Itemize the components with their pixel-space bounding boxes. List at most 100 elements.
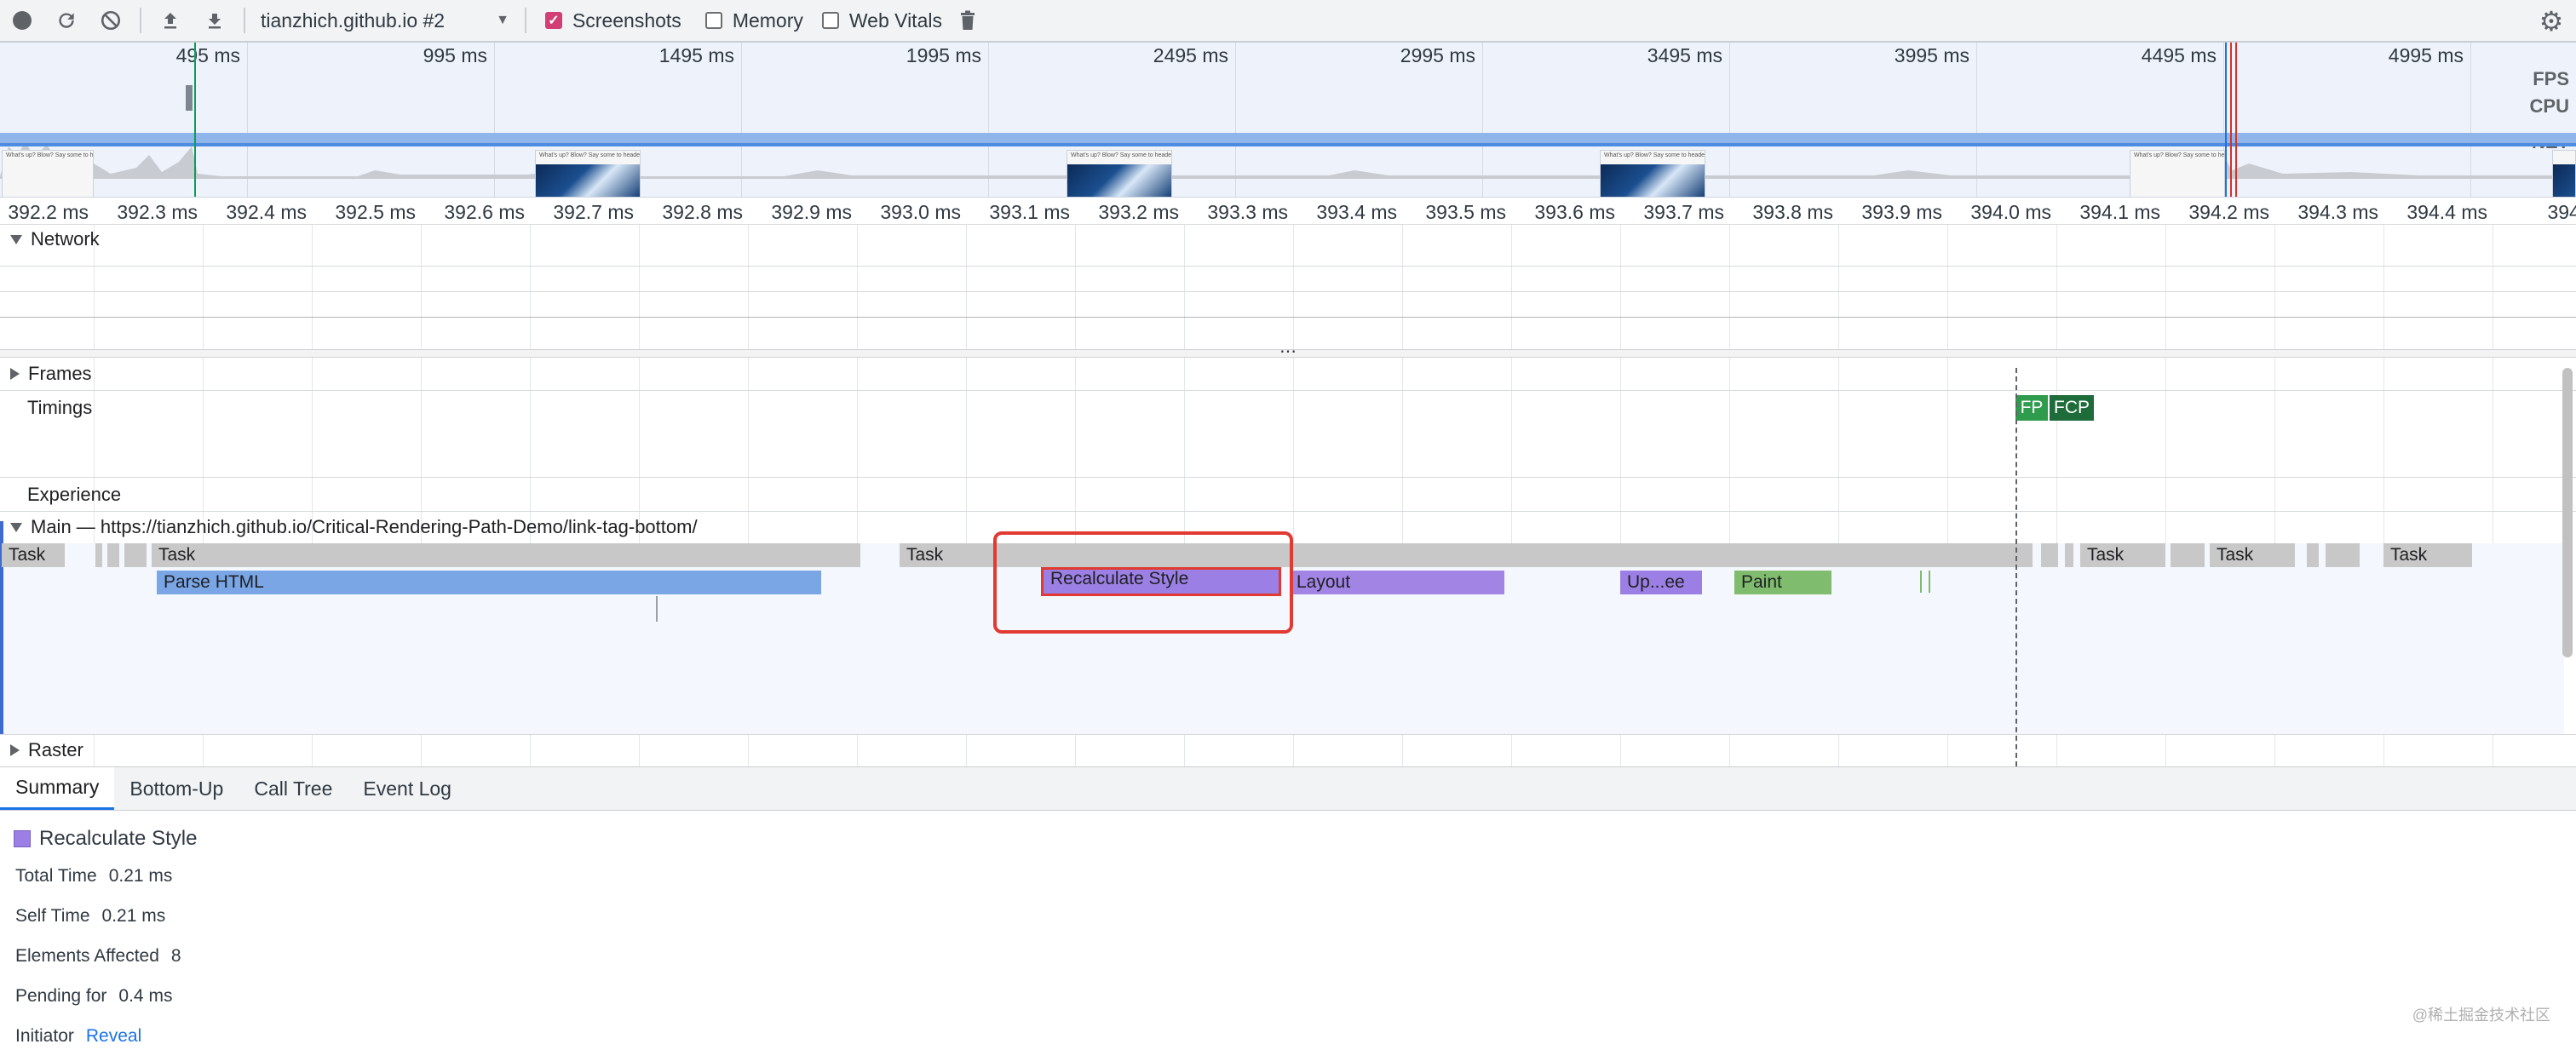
- update-layer-tree-event[interactable]: Up...ee: [1620, 571, 1702, 594]
- overview-tick-label: 1495 ms: [658, 44, 734, 66]
- task-event[interactable]: [2065, 543, 2073, 567]
- fp-marker[interactable]: FP: [2015, 395, 2048, 421]
- initiator-reveal-link[interactable]: Reveal: [86, 1026, 141, 1046]
- toolbar-divider: [524, 8, 526, 33]
- task-event[interactable]: Task: [2210, 543, 2295, 567]
- screenshot-thumbnail[interactable]: What's up? Blow? Say some to header..: [535, 150, 641, 197]
- record-icon: [13, 11, 32, 30]
- screenshots-label: Screenshots: [572, 9, 681, 32]
- fcp-marker[interactable]: FCP: [2050, 395, 2094, 421]
- details-tabs: Summary Bottom-Up Call Tree Event Log: [0, 766, 2576, 811]
- paint-label: Paint: [1741, 572, 1782, 592]
- expand-icon: [10, 234, 22, 244]
- task-event[interactable]: [124, 543, 147, 567]
- total-time-value: 0.21 ms: [108, 866, 173, 886]
- parse-html-event[interactable]: Parse HTML: [157, 571, 821, 594]
- task-event[interactable]: [107, 543, 119, 567]
- screenshot-thumbnail[interactable]: What's up? Blow? Say some to header..: [1600, 150, 1705, 197]
- task-event[interactable]: Task: [2383, 543, 2472, 567]
- ruler-tick-label: 394.3 ms: [2297, 201, 2378, 223]
- ruler-tick-label: 393.1 ms: [989, 201, 1070, 223]
- fp-timeline-marker: [2015, 368, 2017, 766]
- track-resizer[interactable]: ⋯: [0, 342, 2576, 361]
- profile-select[interactable]: tianzhich.github.io #2 ▼: [252, 9, 518, 32]
- layout-event[interactable]: Layout: [1290, 571, 1504, 594]
- screenshot-thumbnail[interactable]: [2552, 150, 2576, 197]
- task-event[interactable]: Task: [152, 543, 860, 567]
- ruler-tick-label: 394.5: [2547, 201, 2576, 223]
- summary-title-text: Recalculate Style: [39, 827, 198, 850]
- elements-affected-row: Elements Affected 8: [15, 946, 181, 967]
- fcp-label: FCP: [2054, 398, 2090, 417]
- profile-select-value: tianzhich.github.io #2: [261, 9, 446, 32]
- ruler-tick-label: 393.8 ms: [1752, 201, 1833, 223]
- task-event[interactable]: [2171, 543, 2205, 567]
- initiator-label: Initiator: [15, 1026, 74, 1046]
- raster-track-label: Raster: [28, 739, 83, 760]
- garbage-collect-button[interactable]: [951, 0, 985, 42]
- save-profile-button[interactable]: [193, 0, 237, 42]
- frames-track-header[interactable]: Frames: [10, 363, 92, 385]
- annotation-highlight: [993, 531, 1293, 634]
- window-start-handle[interactable]: [194, 43, 196, 197]
- checkbox-unchecked-icon: [704, 12, 722, 29]
- timeline-overview[interactable]: 495 ms 995 ms 1495 ms 1995 ms 2495 ms 2995 ms…: [0, 43, 2576, 198]
- task-event[interactable]: [95, 543, 102, 567]
- track-separator: [0, 511, 2576, 512]
- trash-icon: [960, 10, 975, 30]
- screenshot-thumbnail[interactable]: What's up? Blow? Say some to header..: [2, 150, 94, 197]
- task-event[interactable]: [2326, 543, 2360, 567]
- reload-button[interactable]: [44, 0, 89, 42]
- tab-call-tree[interactable]: Call Tree: [239, 767, 348, 810]
- load-profile-button[interactable]: [148, 0, 193, 42]
- task-event[interactable]: [2307, 543, 2319, 567]
- paint-event[interactable]: Paint: [1734, 571, 1831, 594]
- experience-track-label: Experience: [27, 484, 122, 505]
- screenshot-thumbnail[interactable]: What's up? Blow? Say some to header..: [2130, 150, 2225, 197]
- clear-button[interactable]: [89, 0, 133, 42]
- network-track-header[interactable]: Network: [10, 228, 100, 250]
- tab-summary[interactable]: Summary: [0, 767, 115, 810]
- tab-event-log[interactable]: Event Log: [348, 767, 467, 810]
- load-marker: [2230, 43, 2232, 197]
- performance-toolbar: tianzhich.github.io #2 ▼ Screenshots Mem…: [0, 0, 2576, 43]
- ruler-tick-label: 392.5 ms: [335, 201, 416, 223]
- memory-checkbox[interactable]: Memory: [704, 9, 803, 32]
- self-time-row: Self Time 0.21 ms: [15, 906, 165, 927]
- summary-panel: Recalculate Style Total Time 0.21 ms Self…: [0, 812, 2576, 1050]
- task-event[interactable]: [2041, 543, 2058, 567]
- network-activity-bar: [0, 133, 2576, 143]
- toolbar-divider: [140, 8, 141, 33]
- overview-tick-label: 995 ms: [423, 44, 487, 66]
- ruler-tick-label: 394.2 ms: [2188, 201, 2269, 223]
- record-button[interactable]: [0, 0, 44, 42]
- event-color-swatch: [14, 830, 31, 847]
- self-time-label: Self Time: [15, 906, 90, 926]
- checkbox-checked-icon: [544, 12, 562, 29]
- flamechart-scrollbar[interactable]: [2562, 368, 2573, 657]
- task-event[interactable]: Task: [2, 543, 65, 567]
- web-vitals-label: Web Vitals: [848, 9, 942, 32]
- settings-button[interactable]: ⚙: [2535, 5, 2567, 37]
- elements-affected-label: Elements Affected: [15, 946, 159, 966]
- main-track-label: Main — https://tianzhich.github.io/Criti…: [31, 516, 698, 537]
- raster-track-header[interactable]: Raster: [10, 739, 83, 761]
- ruler-tick-label: 392.6 ms: [444, 201, 525, 223]
- screenshot-thumbnail[interactable]: What's up? Blow? Say some to header..: [1067, 150, 1172, 197]
- main-track-header[interactable]: Main — https://tianzhich.github.io/Criti…: [10, 516, 698, 538]
- dcl-marker: [2225, 43, 2227, 197]
- screenshots-checkbox[interactable]: Screenshots: [544, 9, 681, 32]
- tab-bottom-up[interactable]: Bottom-Up: [114, 767, 239, 810]
- pending-for-row: Pending for 0.4 ms: [15, 986, 172, 1007]
- elements-affected-value: 8: [170, 946, 181, 966]
- time-ruler[interactable]: 392.2 ms 392.3 ms 392.4 ms 392.5 ms 392.6 ms…: [0, 198, 2576, 225]
- window-left-grip[interactable]: [186, 85, 193, 111]
- network-row: [0, 266, 2576, 267]
- expand-icon: [10, 744, 20, 756]
- overview-tick-label: 2995 ms: [1400, 44, 1475, 66]
- gear-icon: ⚙: [2539, 6, 2564, 37]
- task-event[interactable]: Task: [2080, 543, 2165, 567]
- layout-label: Layout: [1297, 572, 1351, 592]
- ruler-tick-label: 392.3 ms: [117, 201, 198, 223]
- web-vitals-checkbox[interactable]: Web Vitals: [821, 9, 942, 32]
